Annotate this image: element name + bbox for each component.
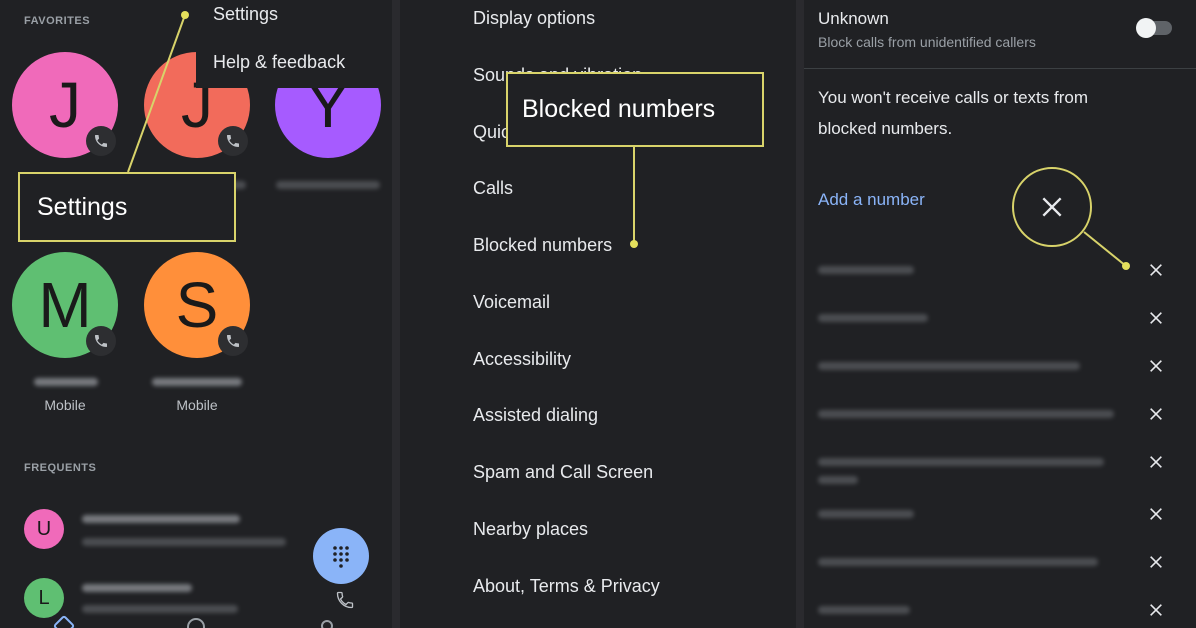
contact-type: Mobile: [44, 397, 86, 413]
blocked-entry-blurred: [818, 558, 1098, 566]
unblock-button[interactable]: [1144, 502, 1168, 526]
blocked-numbers-panel: Unknown Block calls from unidentified ca…: [804, 0, 1196, 628]
contacts-nav-icon[interactable]: [321, 620, 333, 628]
blocked-entry-blurred: [818, 362, 1080, 370]
close-icon: [1150, 508, 1162, 520]
close-icon: [1150, 604, 1162, 616]
favorite-contact-avatar[interactable]: S: [144, 252, 250, 358]
unblock-button[interactable]: [1144, 402, 1168, 426]
contact-type: Mobile: [176, 397, 218, 413]
callout-dot: [181, 11, 189, 19]
unblock-button[interactable]: [1144, 258, 1168, 282]
phone-icon[interactable]: [86, 326, 116, 356]
avatar-initial: L: [38, 586, 50, 609]
settings-callout-label: Settings: [18, 172, 236, 242]
close-icon: [1150, 312, 1162, 324]
unblock-button[interactable]: [1144, 550, 1168, 574]
contact-detail-blurred: [82, 538, 286, 546]
close-icon: [1150, 264, 1162, 276]
contact-detail-blurred: [82, 605, 238, 613]
contact-name-blurred: [34, 378, 98, 386]
unblock-button[interactable]: [1144, 306, 1168, 330]
blocked-numbers-callout-label: Blocked numbers: [506, 72, 764, 147]
blocked-entry-blurred: [818, 314, 928, 322]
callout-dot: [1122, 262, 1130, 270]
close-icon: [1150, 556, 1162, 568]
unblock-button[interactable]: [1144, 450, 1168, 474]
avatar-initial: U: [36, 517, 52, 540]
favorite-contact-avatar[interactable]: M: [12, 252, 118, 358]
settings-panel: Display options Sounds and vibration Qui…: [400, 0, 796, 628]
frequent-contact-avatar[interactable]: U: [24, 509, 64, 549]
frequent-contact-avatar[interactable]: L: [24, 578, 64, 618]
dialpad-icon: [333, 546, 349, 568]
contact-name-blurred: [152, 378, 242, 386]
phone-icon[interactable]: [218, 326, 248, 356]
callout-dot: [630, 240, 638, 248]
close-icon: [1150, 408, 1162, 420]
phone-icon: [336, 591, 354, 609]
unblock-button[interactable]: [1144, 354, 1168, 378]
contact-name-blurred: [82, 515, 240, 523]
blocked-entry-blurred: [818, 458, 1104, 466]
blocked-entry-blurred: [818, 266, 914, 274]
contact-name-blurred: [82, 584, 192, 592]
blocked-entry-blurred: [818, 476, 858, 484]
blocked-entry-blurred: [818, 510, 914, 518]
avatar-initial: M: [38, 269, 92, 341]
close-icon: [1150, 456, 1162, 468]
frequents-label: FREQUENTS: [24, 462, 97, 474]
avatar-initial: S: [175, 269, 219, 341]
blocked-entry-blurred: [818, 606, 910, 614]
dialpad-button[interactable]: [313, 528, 369, 584]
close-icon: [1150, 360, 1162, 372]
favorites-panel: FAVORITES J J Y Settings Help & feedback…: [0, 0, 392, 628]
blocked-entry-blurred: [818, 410, 1114, 418]
unblock-button[interactable]: [1144, 598, 1168, 622]
